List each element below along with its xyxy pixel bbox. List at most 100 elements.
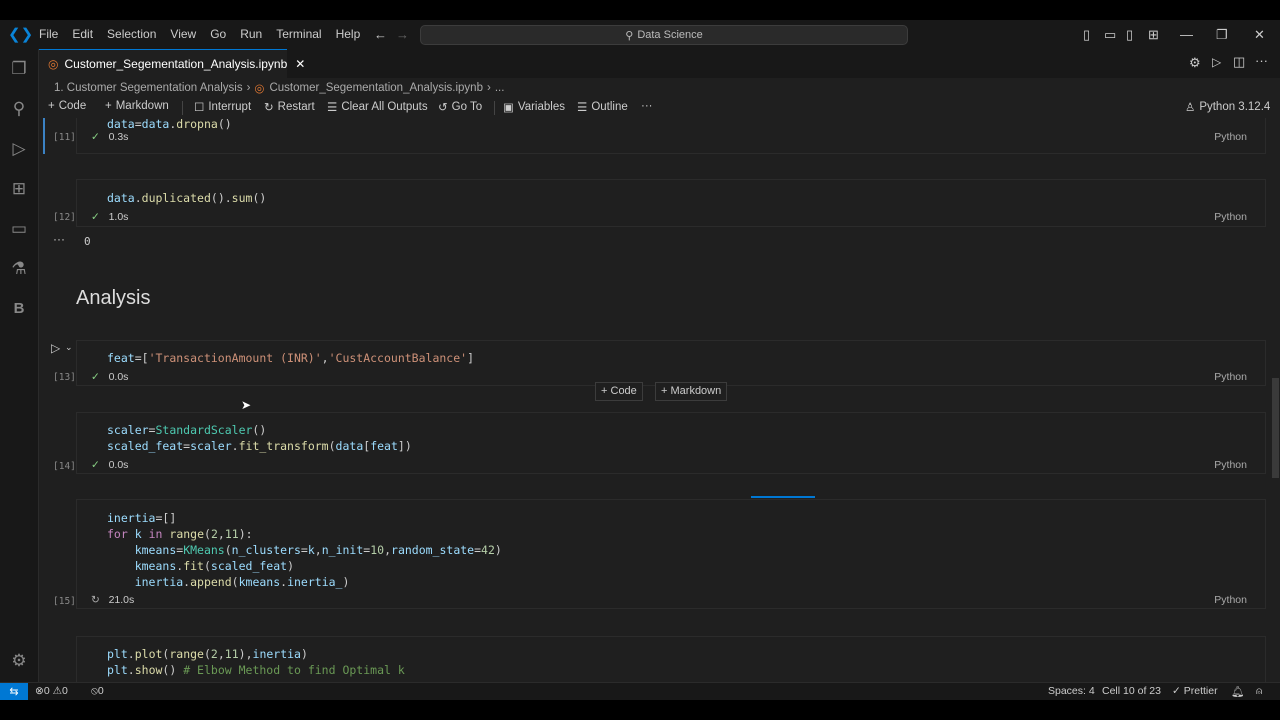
forward-arrow-icon[interactable]: → — [396, 27, 409, 42]
toolbar-divider — [182, 101, 183, 115]
remote-indicator[interactable]: ⇆ — [0, 683, 28, 701]
output-more-icon[interactable]: ··· — [53, 232, 65, 246]
code-line[interactable]: data.duplicated().sum() — [107, 191, 266, 205]
menu-terminal[interactable]: Terminal — [269, 20, 328, 49]
plus-icon: + — [48, 100, 55, 112]
breadcrumb-more[interactable]: ... — [495, 82, 505, 94]
cell-position-indicator[interactable]: Cell 10 of 23 — [1102, 685, 1161, 697]
kernel-icon: ♙ — [1185, 102, 1196, 114]
search-activity-icon[interactable]: ⚲ — [8, 98, 30, 120]
menu-go[interactable]: Go — [203, 20, 233, 49]
cell-language[interactable]: Python — [1214, 459, 1247, 471]
collapse-chevron-icon[interactable]: ⌄ — [65, 342, 73, 353]
kernel-settings-icon[interactable]: ⚙ — [1189, 55, 1201, 71]
cell-language[interactable]: Python — [1214, 371, 1247, 383]
tab-notebook[interactable]: ◎ Customer_Segementation_Analysis.ipynb … — [39, 49, 305, 78]
restart-button[interactable]: ↻ Restart — [264, 100, 315, 114]
interrupt-button[interactable]: ☐ Interrupt — [194, 100, 251, 114]
code-line[interactable]: plt.plot(range(2,11),inertia) — [107, 647, 308, 661]
restore-icon[interactable]: ❐ — [1216, 27, 1228, 43]
testing-icon[interactable]: ⚗ — [8, 258, 30, 280]
code-line[interactable]: inertia.append(kmeans.inertia_) — [107, 575, 350, 589]
close-tab-icon[interactable]: ✕ — [295, 57, 305, 71]
menu-edit[interactable]: Edit — [65, 20, 100, 49]
execution-time: 1.0s — [108, 211, 129, 223]
toggle-primary-sidebar-icon[interactable]: ▯ — [1083, 27, 1090, 43]
ports-icon: ⦸ — [91, 685, 98, 697]
indentation-indicator[interactable]: Spaces: 4 — [1048, 685, 1095, 697]
run-icon[interactable]: ▷ — [1212, 55, 1221, 69]
execution-count: [13] — [53, 372, 76, 383]
status-bar: ⇆ ⊗0 ⚠0 ⦸0 Spaces: 4 Cell 10 of 23 ✓ Pre… — [0, 682, 1280, 701]
run-debug-icon[interactable]: ▷ — [8, 138, 30, 160]
outline-button[interactable]: ☰ Outline — [577, 100, 628, 114]
execution-time: 0.3s — [108, 131, 129, 143]
remote-explorer-icon[interactable]: ▭ — [8, 218, 30, 240]
add-code-button[interactable]: + Code — [48, 100, 86, 112]
spinner-icon: ↻ — [91, 594, 100, 606]
markdown-heading[interactable]: Analysis — [76, 287, 150, 310]
cell-language[interactable]: Python — [1214, 594, 1247, 606]
split-editor-icon[interactable]: ◫ — [1233, 54, 1245, 70]
check-icon: ✓ — [91, 211, 100, 223]
goto-button[interactable]: ↺ Go To — [438, 100, 482, 114]
menu-run[interactable]: Run — [233, 20, 269, 49]
vertical-scrollbar[interactable] — [1272, 378, 1279, 478]
double-check-icon: ✓ — [1172, 685, 1181, 697]
breadcrumb-file[interactable]: Customer_Segementation_Analysis.ipynb — [269, 82, 483, 94]
cell-language[interactable]: Python — [1214, 131, 1247, 143]
code-line[interactable]: scaled_feat=scaler.fit_transform(data[fe… — [107, 439, 412, 453]
add-markdown-button[interactable]: + Markdown — [105, 100, 169, 112]
accounts-icon[interactable]: ⍝ — [1256, 685, 1262, 698]
ports-indicator[interactable]: ⦸0 — [91, 685, 104, 698]
code-line[interactable]: for k in range(2,11): — [107, 527, 253, 541]
mouse-cursor-icon: ➤ — [241, 398, 252, 412]
code-cell-12[interactable]: data.duplicated().sum() [12] ✓ 1.0s Pyth… — [53, 179, 1266, 227]
code-cell-15[interactable]: inertia=[] for k in range(2,11): kmeans=… — [53, 499, 1266, 609]
customize-layout-icon[interactable]: ⊞ — [1148, 27, 1159, 43]
manage-gear-icon[interactable]: ⚙ — [8, 650, 30, 672]
insert-code-button[interactable]: + Code — [595, 382, 643, 401]
code-cell-13[interactable]: feat=['TransactionAmount (INR)','CustAcc… — [53, 340, 1266, 386]
menu-view[interactable]: View — [163, 20, 203, 49]
code-line[interactable]: plt.show() # Elbow Method to find Optima… — [107, 663, 405, 677]
kernel-picker[interactable]: ♙ Python 3.12.4 — [1185, 100, 1270, 114]
code-line[interactable]: kmeans.fit(scaled_feat) — [107, 559, 294, 573]
breadcrumb: 1. Customer Segementation Analysis › ◎ C… — [39, 78, 1280, 98]
code-cell-16[interactable]: plt.plot(range(2,11),inertia) plt.show()… — [76, 636, 1266, 682]
code-line[interactable]: inertia=[] — [107, 511, 176, 525]
toolbar-more-button[interactable]: ··· — [641, 100, 653, 112]
prettier-indicator[interactable]: ✓ Prettier — [1172, 685, 1218, 697]
b-extension-icon[interactable]: B — [8, 298, 30, 320]
insert-markdown-button[interactable]: + Markdown — [655, 382, 728, 401]
extensions-icon[interactable]: ⊞ — [8, 178, 30, 200]
more-actions-icon[interactable]: ··· — [1255, 53, 1268, 68]
close-window-icon[interactable]: ✕ — [1254, 27, 1265, 43]
execution-count: [12] — [53, 212, 76, 223]
code-cell-11[interactable]: data=data.dropna() [11] ✓ 0.3s Python — [53, 118, 1266, 154]
code-line[interactable]: scaler=StandardScaler() — [107, 423, 266, 437]
variables-button[interactable]: ▣ Variables — [503, 100, 565, 114]
focus-indicator — [43, 118, 45, 154]
warning-icon: ⚠ — [52, 685, 62, 697]
clear-outputs-button[interactable]: ☰ Clear All Outputs — [327, 100, 428, 114]
notifications-bell-icon[interactable]: 🔔︎ — [1231, 685, 1244, 698]
stop-icon: ☐ — [194, 102, 205, 114]
menu-file[interactable]: File — [32, 20, 65, 49]
explorer-icon[interactable]: ❐ — [8, 58, 30, 80]
code-line[interactable]: data=data.dropna() — [107, 118, 232, 131]
run-cell-icon[interactable]: ▷ — [51, 341, 60, 355]
minimize-icon[interactable]: — — [1180, 27, 1193, 42]
command-center-search[interactable]: ⚲ Data Science — [420, 25, 908, 45]
back-arrow-icon[interactable]: ← — [374, 27, 387, 42]
menu-selection[interactable]: Selection — [100, 20, 163, 49]
toggle-secondary-sidebar-icon[interactable]: ▯ — [1126, 27, 1133, 43]
code-cell-14[interactable]: scaler=StandardScaler() scaled_feat=scal… — [53, 412, 1266, 474]
code-line[interactable]: feat=['TransactionAmount (INR)','CustAcc… — [107, 351, 474, 365]
breadcrumb-folder[interactable]: 1. Customer Segementation Analysis — [54, 82, 243, 94]
problems-indicator[interactable]: ⊗0 ⚠0 — [35, 685, 68, 697]
toggle-panel-icon[interactable]: ▭ — [1104, 27, 1116, 43]
code-line[interactable]: kmeans=KMeans(n_clusters=k,n_init=10,ran… — [107, 543, 502, 557]
cell-language[interactable]: Python — [1214, 211, 1247, 223]
menu-help[interactable]: Help — [329, 20, 368, 49]
